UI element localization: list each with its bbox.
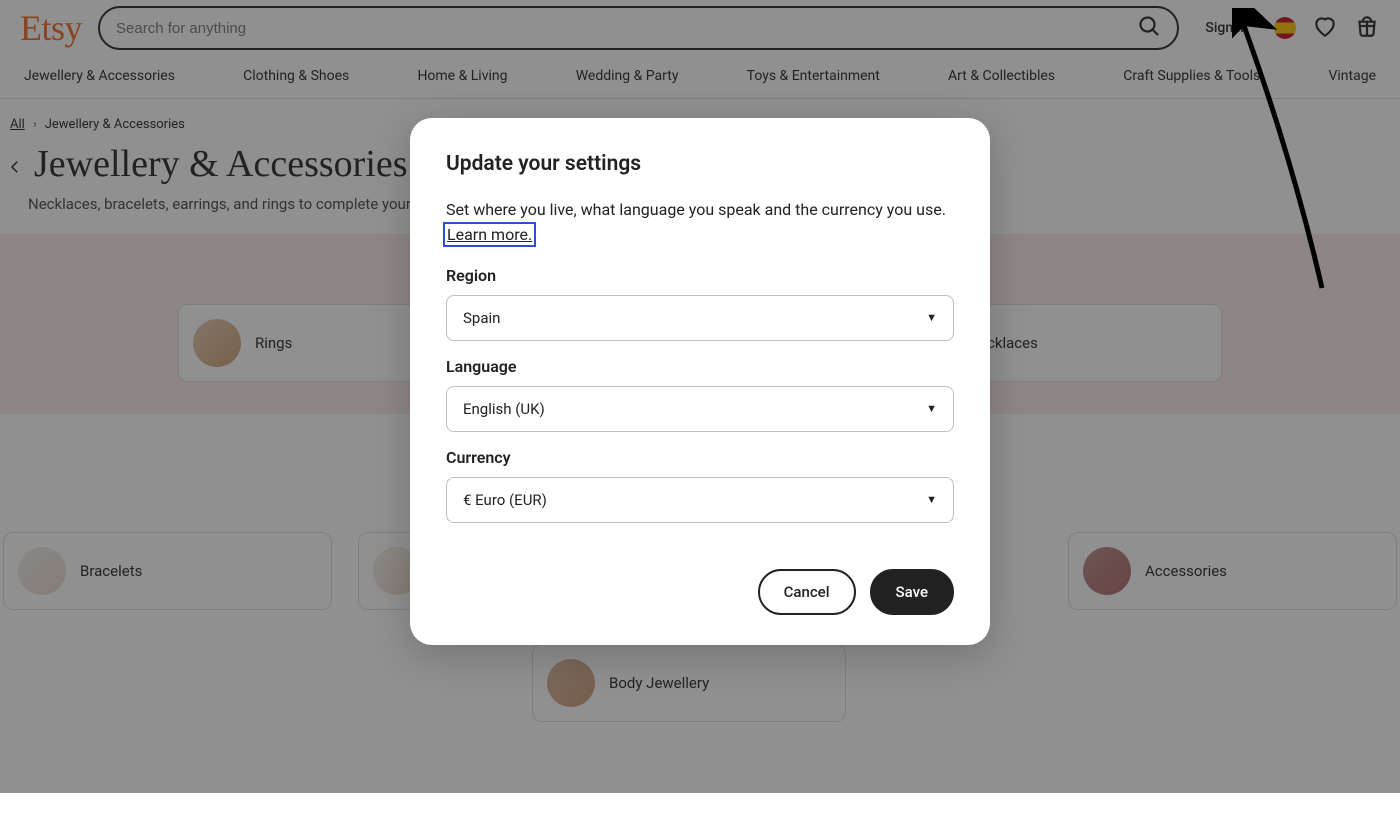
cancel-button[interactable]: Cancel [758,569,856,615]
language-label: Language [446,357,954,376]
region-label: Region [446,266,954,285]
region-value: Spain [463,309,500,327]
modal-description: Set where you live, what language you sp… [446,198,954,248]
settings-modal: Update your settings Set where you live,… [410,118,990,645]
modal-overlay[interactable]: Update your settings Set where you live,… [0,0,1400,793]
region-select[interactable]: Spain ▼ [446,295,954,341]
save-button[interactable]: Save [870,569,954,615]
currency-label: Currency [446,448,954,467]
chevron-down-icon: ▼ [926,493,937,506]
chevron-down-icon: ▼ [926,402,937,415]
chevron-down-icon: ▼ [926,311,937,324]
language-value: English (UK) [463,400,545,418]
modal-actions: Cancel Save [446,569,954,615]
language-select[interactable]: English (UK) ▼ [446,386,954,432]
currency-value: € Euro (EUR) [463,491,547,509]
modal-title: Update your settings [446,152,954,176]
learn-more-link[interactable]: Learn more. [446,225,533,244]
currency-select[interactable]: € Euro (EUR) ▼ [446,477,954,523]
